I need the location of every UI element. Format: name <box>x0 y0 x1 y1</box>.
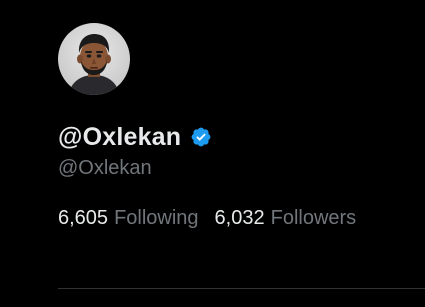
avatar-illustration <box>58 23 130 95</box>
divider <box>58 288 425 289</box>
following-count: 6,605 <box>58 207 109 229</box>
name-row: @Oxlekan <box>58 121 212 153</box>
followers-count: 6,032 <box>214 207 265 229</box>
handle: @Oxlekan <box>58 157 152 179</box>
followers-label: Followers <box>270 207 357 229</box>
verified-badge-icon[interactable] <box>190 126 212 148</box>
followers-link[interactable]: 6,032 Followers <box>215 207 357 230</box>
following-label: Following <box>114 207 199 229</box>
profile-stats: 6,605 Following 6,032 Followers <box>58 207 356 230</box>
following-link[interactable]: 6,605 Following <box>58 207 199 230</box>
display-name: @Oxlekan <box>58 122 182 151</box>
avatar[interactable] <box>58 23 130 95</box>
